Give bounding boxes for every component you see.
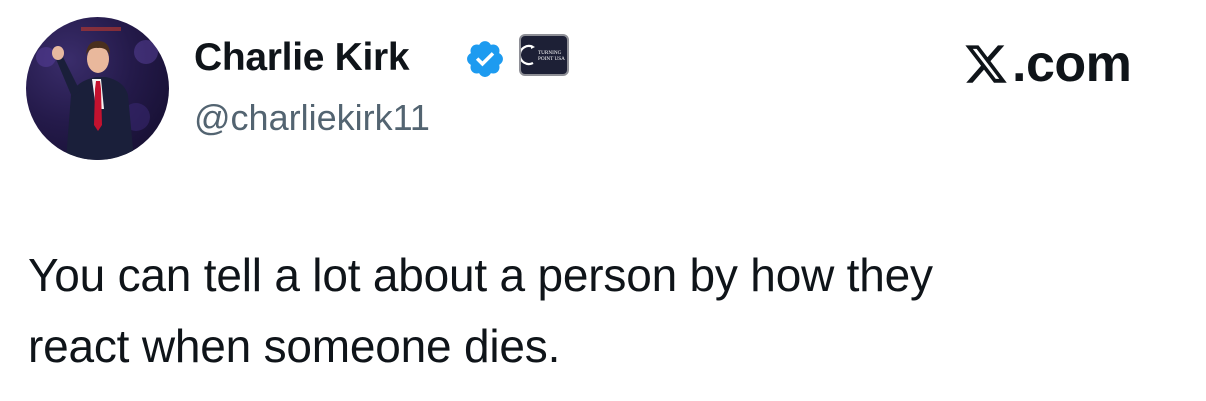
x-logo-icon [965, 45, 1007, 83]
avatar-photo [36, 27, 158, 160]
tweet-card: Charlie Kirk TURNING POINT USA @charliek… [0, 0, 1206, 401]
avatar[interactable] [26, 17, 169, 160]
x-com-brand: .com [962, 35, 1132, 93]
display-name[interactable]: Charlie Kirk [194, 34, 410, 82]
tweet-text: You can tell a lot about a person by how… [28, 240, 1178, 382]
verified-checkmark-icon [464, 38, 506, 80]
tweet-text-line-1: You can tell a lot about a person by how… [28, 249, 933, 301]
svg-text:POINT USA: POINT USA [538, 56, 565, 62]
brand-label: .com [1012, 35, 1132, 93]
tweet-text-line-2: react when someone dies. [28, 320, 561, 372]
turning-point-usa-logo[interactable]: TURNING POINT USA [519, 34, 569, 76]
user-handle[interactable]: @charliekirk11 [194, 96, 430, 140]
